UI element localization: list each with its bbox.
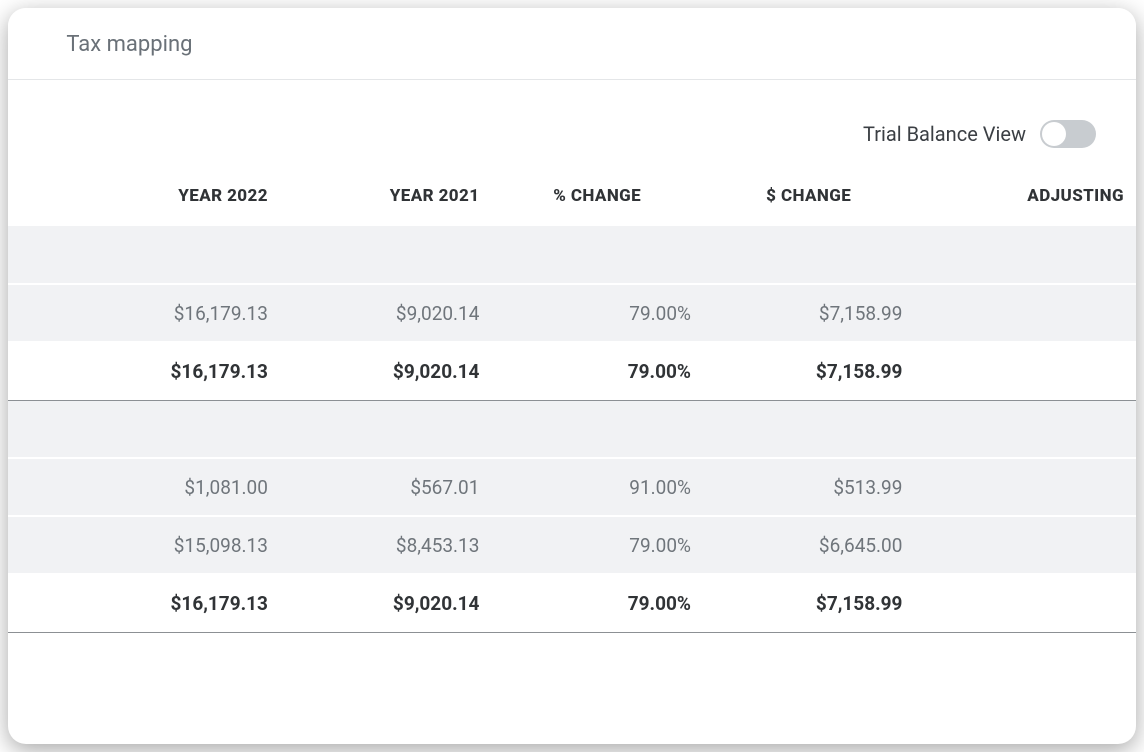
cell-year2021: $9,020.14 xyxy=(280,284,492,342)
cell-pct-change: 79.00% xyxy=(491,574,703,632)
table-row: $16,179.13 $9,020.14 79.00% $7,158.99 xyxy=(8,284,1136,342)
cell-adjusting xyxy=(914,284,1136,342)
col-dollar-change: $ CHANGE xyxy=(703,168,915,226)
cell-dollar-change: $7,158.99 xyxy=(703,342,915,400)
cell-year2021: $9,020.14 xyxy=(280,574,492,632)
group-header-row xyxy=(8,400,1136,458)
cell-year2021: $9,020.14 xyxy=(280,342,492,400)
table-total-row: $16,179.13 $9,020.14 79.00% $7,158.99 xyxy=(8,342,1136,400)
cell-dollar-change: $7,158.99 xyxy=(703,574,915,632)
cell-dollar-change: $6,645.00 xyxy=(703,516,915,574)
col-year-2021: YEAR 2021 xyxy=(280,168,492,226)
cell-year2022: $16,179.13 xyxy=(8,342,280,400)
app-window: ents Tax mapping Trial Balance View YEAR… xyxy=(8,8,1136,744)
cell-year2022: $16,179.13 xyxy=(8,574,280,632)
cell-adjusting xyxy=(914,458,1136,516)
col-pct-change: % CHANGE xyxy=(491,168,703,226)
toolbar: Trial Balance View xyxy=(8,80,1136,168)
cell-adjusting xyxy=(914,574,1136,632)
cell-year2022: $1,081.00 xyxy=(8,458,280,516)
cell-year2021: $567.01 xyxy=(280,458,492,516)
table-total-row: $16,179.13 $9,020.14 79.00% $7,158.99 xyxy=(8,574,1136,632)
cell-adjusting xyxy=(914,516,1136,574)
tab-bar: ents Tax mapping xyxy=(8,8,1136,80)
group-header-row xyxy=(8,226,1136,284)
cell-dollar-change: $7,158.99 xyxy=(703,284,915,342)
cell-pct-change: 79.00% xyxy=(491,516,703,574)
table-row: $15,098.13 $8,453.13 79.00% $6,645.00 xyxy=(8,516,1136,574)
table-header-row: YEAR 2022 YEAR 2021 % CHANGE $ CHANGE AD… xyxy=(8,168,1136,226)
cell-year2021: $8,453.13 xyxy=(280,516,492,574)
toggle-knob xyxy=(1042,122,1066,146)
col-adjusting: ADJUSTING xyxy=(914,168,1136,226)
trial-balance-toggle-label: Trial Balance View xyxy=(863,122,1026,146)
trial-balance-toggle[interactable] xyxy=(1040,120,1096,148)
cell-year2022: $16,179.13 xyxy=(8,284,280,342)
cell-pct-change: 79.00% xyxy=(491,284,703,342)
cell-dollar-change: $513.99 xyxy=(703,458,915,516)
cell-pct-change: 79.00% xyxy=(491,342,703,400)
col-year-2022: YEAR 2022 xyxy=(8,168,280,226)
cell-year2022: $15,098.13 xyxy=(8,516,280,574)
cell-pct-change: 91.00% xyxy=(491,458,703,516)
cell-adjusting xyxy=(914,342,1136,400)
table-row: $1,081.00 $567.01 91.00% $513.99 xyxy=(8,458,1136,516)
comparison-table: YEAR 2022 YEAR 2021 % CHANGE $ CHANGE AD… xyxy=(8,168,1136,633)
tab-tax-mapping[interactable]: Tax mapping xyxy=(66,32,192,57)
